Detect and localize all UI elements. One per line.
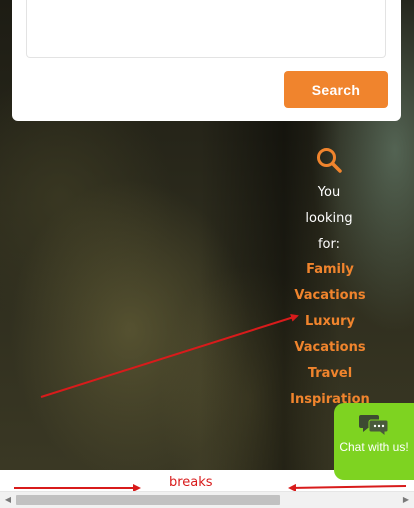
family-vacations-link[interactable]: Family [288,257,372,283]
search-button[interactable]: Search [284,71,388,108]
looking-for-text: You [317,185,341,200]
chat-bubbles-icon [359,415,389,438]
horizontal-scrollbar[interactable]: ◀ ▶ [0,491,414,508]
looking-for-text: looking [305,211,353,226]
scrollbar-thumb[interactable] [16,495,280,505]
looking-for-panel: You looking for: Family Vacations Luxury… [290,146,370,407]
chat-widget[interactable]: Chat with us! [334,403,414,480]
chat-label: Chat with us! [339,440,409,454]
family-vacations-link[interactable]: Vacations [288,283,372,309]
search-card: Search [12,0,401,121]
search-icon [317,148,342,173]
looking-for-links: Family Vacations Luxury Vacations Travel… [288,257,372,413]
luxury-vacations-link[interactable]: Luxury [288,309,372,335]
search-textarea[interactable] [26,0,386,58]
scroll-left-icon[interactable]: ◀ [0,492,16,508]
travel-inspiration-link[interactable]: Travel [288,361,372,387]
luxury-vacations-link[interactable]: Vacations [288,335,372,361]
breaks-annotation-label: breaks [169,475,213,490]
annotation-arrow [288,483,407,492]
scroll-right-icon[interactable]: ▶ [398,492,414,508]
looking-for-text: for: [317,237,341,252]
